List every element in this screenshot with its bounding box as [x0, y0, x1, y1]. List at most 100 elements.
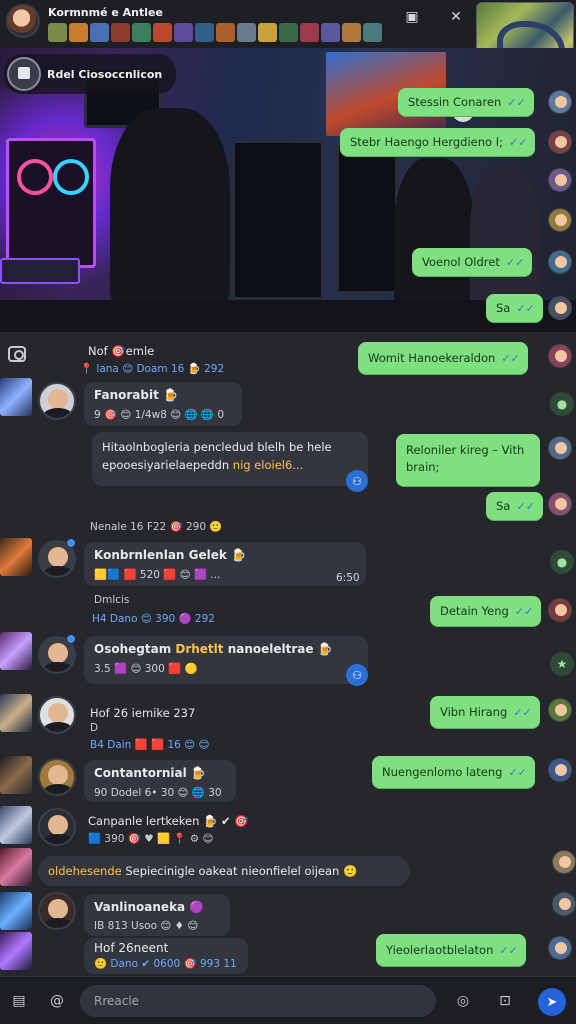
- sender-name[interactable]: Hof 26 iemike 237: [90, 706, 195, 720]
- incoming-message[interactable]: oldehesende Sepiecinigle oakeat nieonfie…: [38, 856, 410, 886]
- sender-avatar[interactable]: [548, 598, 572, 622]
- member-emoji-avatar[interactable]: [258, 23, 277, 42]
- sender-name[interactable]: Contantornial 🍺: [94, 766, 226, 780]
- sender-avatar[interactable]: [548, 208, 572, 232]
- read-receipt-icon: ✓✓: [513, 705, 532, 719]
- outgoing-message[interactable]: Voenol Oldret ✓✓: [412, 248, 533, 276]
- channel-title[interactable]: Kormnmé e Antlee: [48, 6, 382, 19]
- sender-name[interactable]: Konbrnlenlan Gelek 🍺: [94, 548, 356, 562]
- outgoing-message[interactable]: Sa ✓✓: [486, 294, 543, 322]
- side-thumbnail[interactable]: [0, 756, 32, 794]
- reaction-icon[interactable]: ●: [550, 550, 574, 574]
- outgoing-message[interactable]: Womit Hanoekeraldon ✓✓: [358, 342, 528, 374]
- member-emoji-avatar[interactable]: [69, 23, 88, 42]
- user-avatar[interactable]: [38, 892, 76, 930]
- sender-avatar[interactable]: [548, 344, 572, 368]
- user-avatar[interactable]: [38, 382, 76, 420]
- outgoing-message[interactable]: Vibn Hirang ✓✓: [430, 696, 540, 728]
- emoji-icon[interactable]: ◎: [452, 991, 474, 1011]
- sender-name[interactable]: Vanlinoaneka 🟣: [94, 900, 220, 914]
- incoming-message[interactable]: Osohegtam Drhetlt nanoeleltrae 🍺 3.5 🟪 😊…: [84, 636, 368, 684]
- incoming-message[interactable]: Hof 26neent 🙂 Dano ✔ 0600 🎯 993 11: [84, 938, 248, 974]
- close-icon[interactable]: ✕: [446, 8, 466, 26]
- read-receipt-icon: ✓✓: [508, 765, 527, 779]
- user-avatar[interactable]: [38, 808, 76, 846]
- side-thumbnail[interactable]: [0, 806, 32, 844]
- side-thumbnail[interactable]: [0, 932, 32, 970]
- user-avatar[interactable]: [38, 696, 76, 734]
- member-emoji-avatar[interactable]: [342, 23, 361, 42]
- send-icon[interactable]: ➤: [538, 988, 566, 1016]
- sender-name[interactable]: Nof 🎯emle: [88, 344, 154, 358]
- side-thumbnail[interactable]: [0, 892, 32, 930]
- member-emoji-avatar[interactable]: [174, 23, 193, 42]
- member-emoji-avatar[interactable]: [300, 23, 319, 42]
- member-emoji-avatar[interactable]: [363, 23, 382, 42]
- member-emoji-avatar[interactable]: [216, 23, 235, 42]
- reaction-icon[interactable]: ★: [550, 652, 574, 676]
- outgoing-message[interactable]: Sa ✓✓: [486, 492, 543, 520]
- member-emoji-avatar[interactable]: [48, 23, 67, 42]
- sender-name[interactable]: Dmlcis: [94, 594, 129, 606]
- side-thumbnail[interactable]: [0, 378, 32, 416]
- side-thumbnail[interactable]: [0, 632, 32, 670]
- sender-avatar[interactable]: [552, 850, 576, 874]
- sender-avatar[interactable]: [548, 296, 572, 320]
- member-emoji-avatar[interactable]: [237, 23, 256, 42]
- outgoing-message[interactable]: Yieolerlaotblelaton ✓✓: [376, 934, 526, 966]
- sender-avatar[interactable]: [548, 90, 572, 114]
- sender-avatar[interactable]: [548, 936, 572, 960]
- outgoing-message[interactable]: Stebr Haengo Hergdieno I; ✓✓: [340, 128, 536, 156]
- gif-icon[interactable]: ⊡: [494, 991, 516, 1011]
- reaction-icon[interactable]: ●: [550, 392, 574, 416]
- incoming-message[interactable]: Vanlinoaneka 🟣 IB 813 Usoo 😊 ♦ 😊: [84, 894, 230, 936]
- picture-in-picture-icon[interactable]: ▣: [402, 8, 422, 26]
- sender-avatar[interactable]: [548, 130, 572, 154]
- outgoing-message[interactable]: Stessin Conaren ✓✓: [398, 88, 534, 116]
- member-emoji-strip: [48, 23, 382, 42]
- message-meta: 🙂 Dano ✔ 0600 🎯 993 11: [94, 957, 238, 970]
- member-emoji-avatar[interactable]: [132, 23, 151, 42]
- mention-icon[interactable]: @: [46, 991, 68, 1011]
- sender-avatar[interactable]: [548, 436, 572, 460]
- sender-name[interactable]: Fanorabit 🍺: [94, 388, 232, 402]
- outgoing-message[interactable]: Nuengenlomo lateng ✓✓: [372, 756, 535, 788]
- message-text: Reloniler kireg – Vith brain;: [406, 443, 525, 474]
- side-thumbnail[interactable]: [0, 538, 32, 576]
- incoming-message[interactable]: Konbrnlenlan Gelek 🍺 🟨🟦 🟥 520 🟥 😊 🟪 ...: [84, 542, 366, 586]
- member-emoji-avatar[interactable]: [279, 23, 298, 42]
- sender-avatar[interactable]: [548, 250, 572, 274]
- outgoing-message[interactable]: Detain Yeng ✓✓: [430, 596, 542, 626]
- side-thumbnail[interactable]: [0, 694, 32, 732]
- sender-avatar[interactable]: [548, 698, 572, 722]
- member-emoji-avatar[interactable]: [90, 23, 109, 42]
- member-emoji-avatar[interactable]: [111, 23, 130, 42]
- meta-text: H4 Dano 😊 390 🟣 292: [92, 613, 215, 625]
- sender-name[interactable]: Hof 26neent: [94, 941, 238, 955]
- sender-avatar[interactable]: [548, 758, 572, 782]
- member-emoji-avatar[interactable]: [195, 23, 214, 42]
- sender-name[interactable]: Osohegtam Drhetlt nanoeleltrae 🍺: [94, 642, 358, 656]
- sender-avatar[interactable]: [548, 492, 572, 516]
- channel-avatar[interactable]: [6, 4, 40, 38]
- message-meta: 📍 lana 😊 Doam 16 🍺 292: [80, 362, 224, 375]
- gallery-icon[interactable]: ▤: [8, 991, 30, 1011]
- sender-avatar[interactable]: [548, 168, 572, 192]
- member-emoji-avatar[interactable]: [153, 23, 172, 42]
- sender-name[interactable]: Canpanle lertkeken 🍺 ✔ 🎯: [88, 814, 249, 828]
- camera-icon[interactable]: [8, 346, 26, 362]
- incoming-message[interactable]: Contantornial 🍺 90 Dodel 6• 30 😊 🌐 30: [84, 760, 236, 802]
- sender-avatar[interactable]: [552, 892, 576, 916]
- message-meta: Nenale 16 F22 🎯 290 🙂: [90, 521, 223, 533]
- message-meta: B4 Dain 🟥 🟥 16 😊 😊: [90, 738, 209, 751]
- member-emoji-avatar[interactable]: [321, 23, 340, 42]
- incoming-message[interactable]: Hitaolnbogleria pencledud blelh be hele e…: [92, 432, 368, 486]
- incoming-message[interactable]: Fanorabit 🍺 9 🎯 😊 1/4w8 😊 🌐 🌐 0: [84, 382, 242, 426]
- message-input[interactable]: [80, 985, 436, 1017]
- outgoing-message[interactable]: Reloniler kireg – Vith brain;: [396, 434, 540, 486]
- reaction-emoji: 🙂: [342, 864, 358, 878]
- user-avatar[interactable]: [38, 758, 76, 796]
- side-thumbnail[interactable]: [0, 848, 32, 886]
- stream-label[interactable]: Rdel Ciosoccnlicon: [4, 54, 177, 94]
- message-meta: 🟨🟦 🟥 520 🟥 😊 🟪 ...: [94, 569, 221, 581]
